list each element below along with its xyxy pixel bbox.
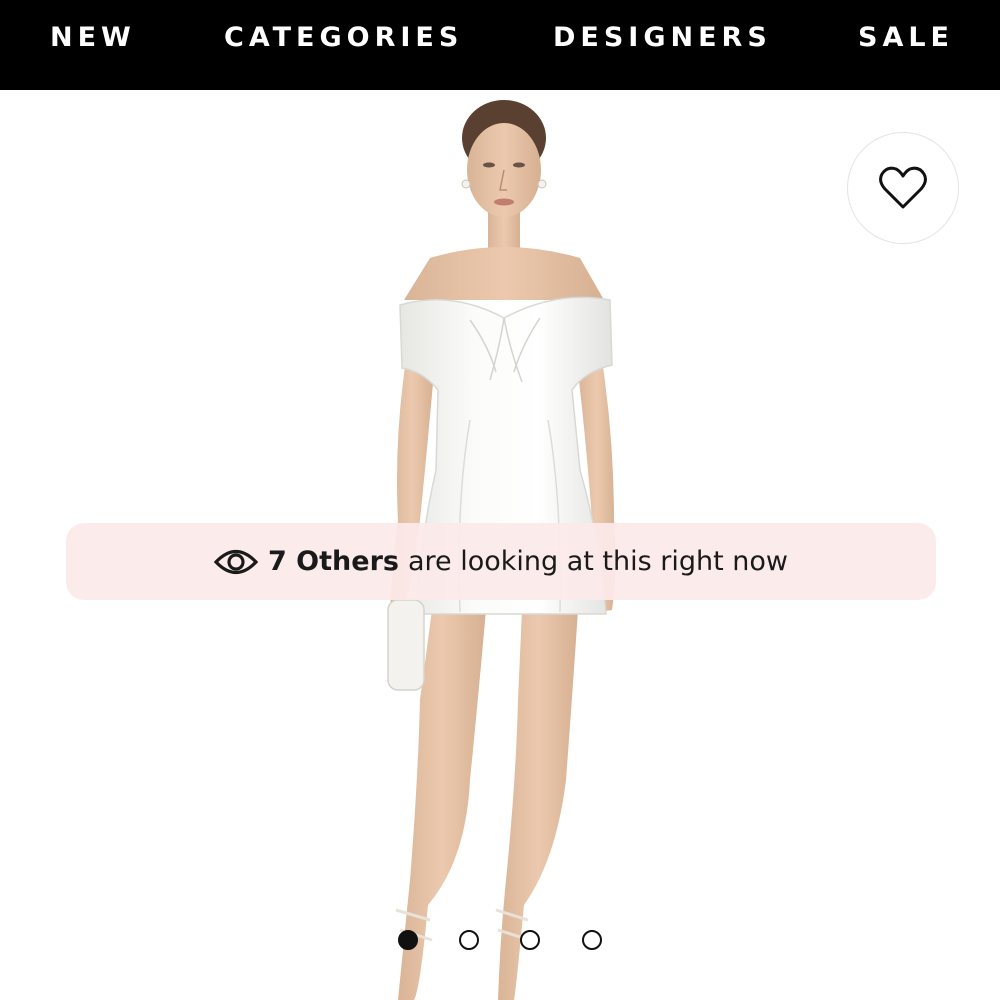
- wishlist-button[interactable]: [847, 132, 959, 244]
- carousel-dot-3[interactable]: [520, 930, 540, 950]
- eye-icon: [213, 547, 258, 577]
- carousel-dot-4[interactable]: [582, 930, 602, 950]
- carousel-dot-2[interactable]: [459, 930, 479, 950]
- top-navigation: NEW CATEGORIES DESIGNERS SALE: [0, 0, 1000, 90]
- heart-outline-icon: [879, 166, 927, 209]
- nav-item-new[interactable]: NEW: [50, 22, 136, 53]
- product-image-carousel[interactable]: 7 Others are looking at this right now: [0, 90, 1000, 1000]
- carousel-pagination: [396, 928, 616, 952]
- nav-item-designers[interactable]: DESIGNERS: [553, 22, 772, 53]
- viewers-banner: 7 Others are looking at this right now: [66, 523, 936, 600]
- viewer-message: are looking at this right now: [407, 546, 789, 577]
- carousel-dot-1[interactable]: [398, 930, 418, 950]
- nav-item-sale[interactable]: SALE: [858, 22, 954, 53]
- viewer-count: 7 Others: [267, 546, 399, 577]
- nav-item-categories[interactable]: CATEGORIES: [224, 22, 463, 53]
